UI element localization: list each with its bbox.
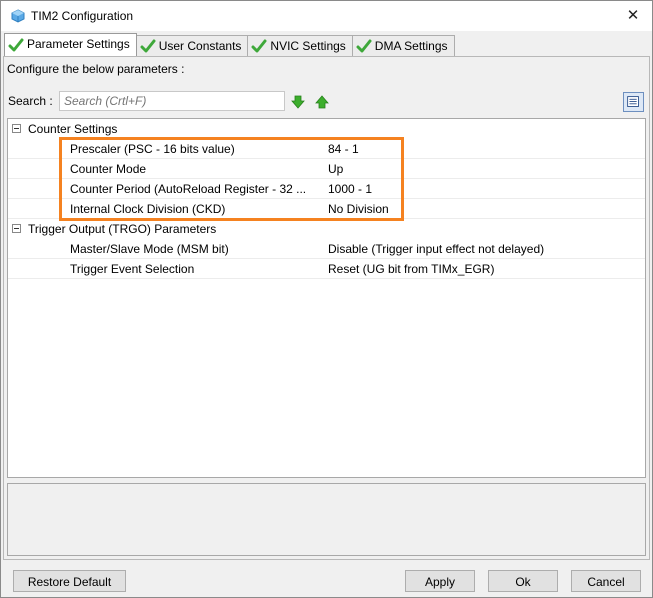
tab-label: DMA Settings xyxy=(374,39,448,53)
tab-user-constants[interactable]: User Constants xyxy=(135,35,249,56)
tab-strip: Parameter Settings User Constants NVIC S… xyxy=(4,33,455,56)
apply-button[interactable]: Apply xyxy=(405,570,475,592)
tab-label: NVIC Settings xyxy=(270,39,346,53)
search-label: Search : xyxy=(8,94,53,108)
parameter-tree: Counter Settings Prescaler (PSC - 16 bit… xyxy=(7,118,646,478)
panel-description: Configure the below parameters : xyxy=(7,62,185,76)
arrow-down-icon[interactable] xyxy=(291,95,305,109)
param-value[interactable]: 84 - 1 xyxy=(328,142,359,156)
collapse-icon[interactable] xyxy=(12,224,21,233)
search-input[interactable] xyxy=(59,91,285,111)
tab-parameter-settings[interactable]: Parameter Settings xyxy=(4,33,137,56)
tab-label: User Constants xyxy=(158,39,242,53)
parameter-description-pane xyxy=(7,483,646,556)
param-name: Trigger Event Selection xyxy=(70,262,195,276)
param-value[interactable]: Reset (UG bit from TIMx_EGR) xyxy=(328,262,494,276)
param-row-counter-period[interactable]: Counter Period (AutoReload Register - 32… xyxy=(8,179,645,199)
param-value[interactable]: 1000 - 1 xyxy=(328,182,372,196)
param-value[interactable]: No Division xyxy=(328,202,389,216)
group-label: Counter Settings xyxy=(28,122,118,136)
list-view-icon xyxy=(627,96,639,107)
close-icon[interactable]: ✕ xyxy=(624,7,642,25)
check-icon xyxy=(356,39,372,53)
check-icon xyxy=(251,39,267,53)
group-row-trigger-output[interactable]: Trigger Output (TRGO) Parameters xyxy=(8,219,645,239)
group-label: Trigger Output (TRGO) Parameters xyxy=(28,222,217,236)
tab-nvic-settings[interactable]: NVIC Settings xyxy=(247,35,353,56)
list-view-toggle-button[interactable] xyxy=(623,92,644,112)
tab-label: Parameter Settings xyxy=(27,37,130,51)
param-row-counter-mode[interactable]: Counter Mode Up xyxy=(8,159,645,179)
param-row-prescaler[interactable]: Prescaler (PSC - 16 bits value) 84 - 1 xyxy=(8,139,645,159)
param-row-master-slave-mode[interactable]: Master/Slave Mode (MSM bit) Disable (Tri… xyxy=(8,239,645,259)
arrow-up-icon[interactable] xyxy=(315,95,329,109)
check-icon xyxy=(8,38,24,52)
tab-dma-settings[interactable]: DMA Settings xyxy=(351,35,455,56)
check-icon xyxy=(140,39,156,53)
app-cube-icon xyxy=(11,9,25,23)
param-row-clock-division[interactable]: Internal Clock Division (CKD) No Divisio… xyxy=(8,199,645,219)
group-row-counter-settings[interactable]: Counter Settings xyxy=(8,119,645,139)
param-name: Prescaler (PSC - 16 bits value) xyxy=(70,142,235,156)
param-value[interactable]: Up xyxy=(328,162,343,176)
cancel-button[interactable]: Cancel xyxy=(571,570,641,592)
param-name: Internal Clock Division (CKD) xyxy=(70,202,226,216)
tim2-configuration-window: TIM2 Configuration ✕ Parameter Settings … xyxy=(0,0,653,598)
param-row-trigger-event[interactable]: Trigger Event Selection Reset (UG bit fr… xyxy=(8,259,645,279)
collapse-icon[interactable] xyxy=(12,124,21,133)
restore-default-button[interactable]: Restore Default xyxy=(13,570,126,592)
ok-button[interactable]: Ok xyxy=(488,570,558,592)
param-name: Master/Slave Mode (MSM bit) xyxy=(70,242,229,256)
param-name: Counter Period (AutoReload Register - 32… xyxy=(70,182,307,196)
window-title: TIM2 Configuration xyxy=(31,9,134,23)
param-name: Counter Mode xyxy=(70,162,147,176)
title-bar: TIM2 Configuration ✕ xyxy=(1,1,652,31)
param-value[interactable]: Disable (Trigger input effect not delaye… xyxy=(328,242,544,256)
